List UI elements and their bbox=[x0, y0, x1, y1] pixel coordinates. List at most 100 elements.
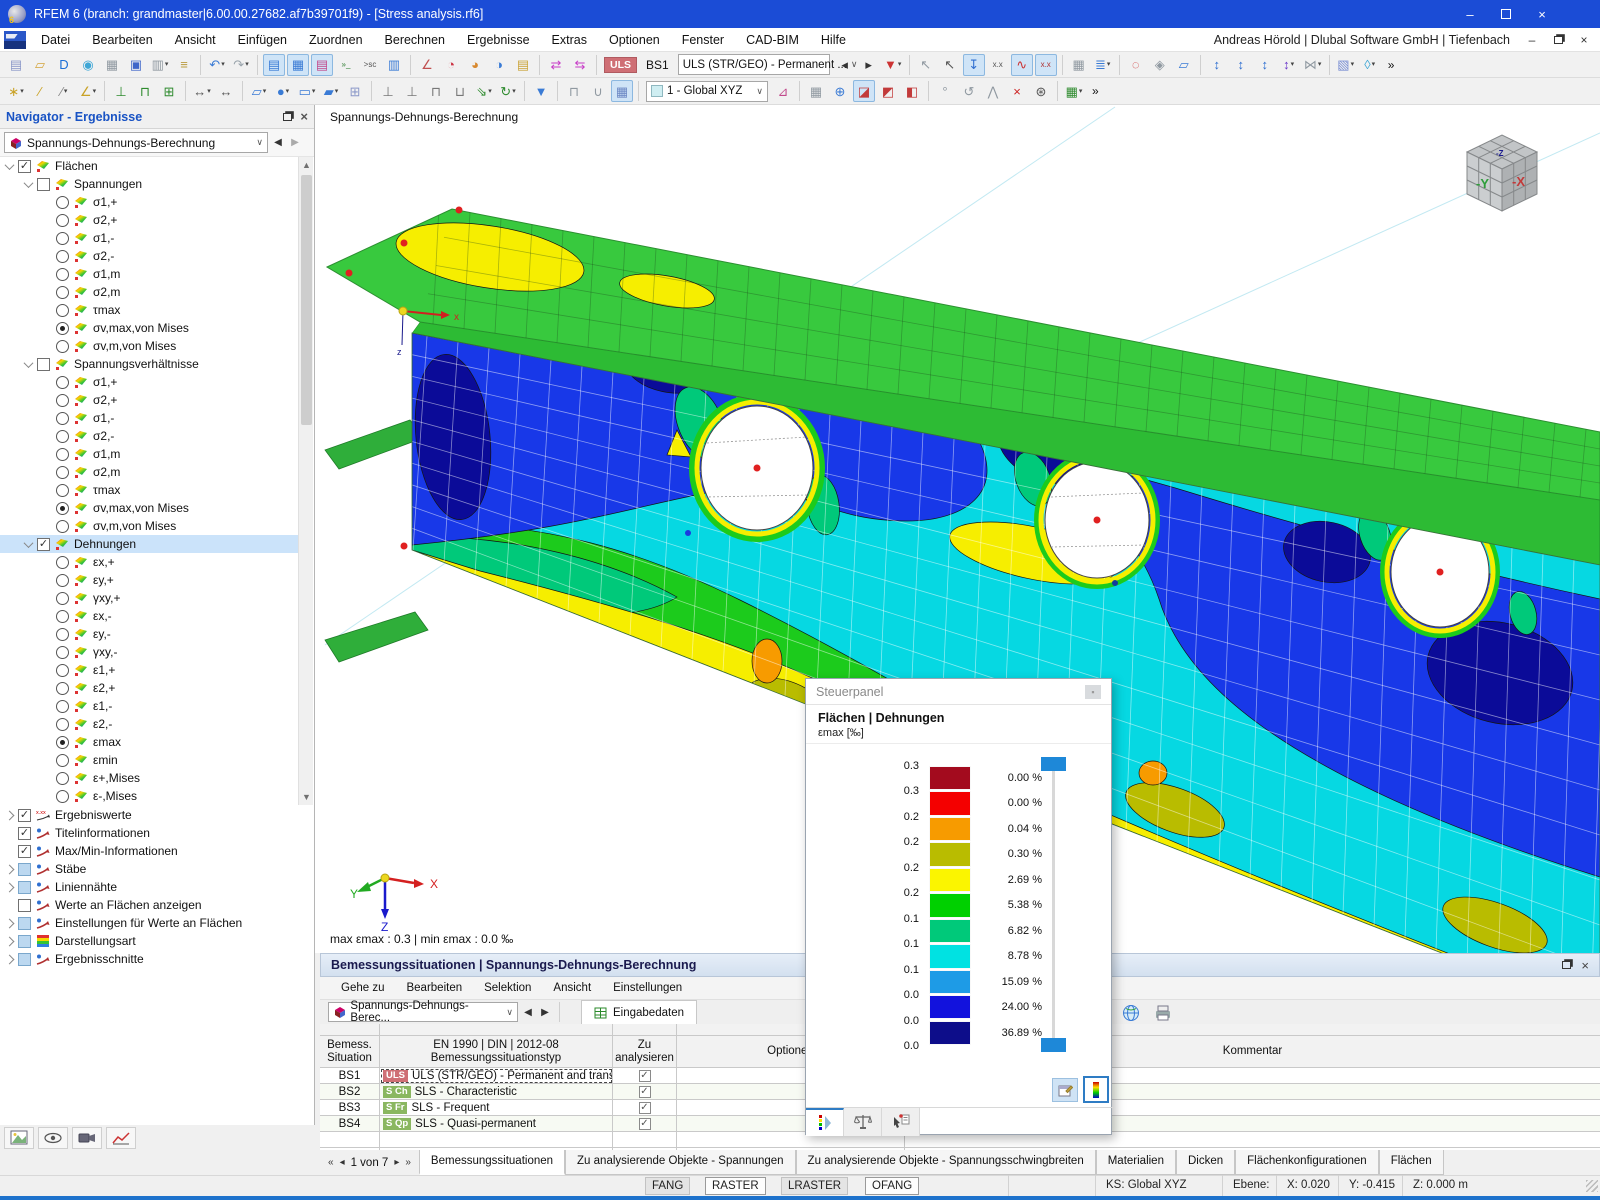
checkbox[interactable] bbox=[18, 899, 31, 912]
table-menu-gehezu[interactable]: Gehe zu bbox=[330, 977, 395, 1000]
node-point[interactable] bbox=[456, 207, 463, 214]
tree-item[interactable]: σ1,+ bbox=[0, 193, 298, 211]
menu-item-hilfe[interactable]: Hilfe bbox=[810, 28, 857, 52]
print-table-button[interactable] bbox=[1150, 1002, 1176, 1023]
radio-button[interactable] bbox=[56, 790, 69, 803]
radio-button[interactable] bbox=[56, 682, 69, 695]
collapse-icon[interactable] bbox=[24, 538, 34, 548]
tree-item[interactable]: τmax bbox=[0, 301, 298, 319]
radio-button[interactable] bbox=[56, 700, 69, 713]
tree-item[interactable]: Werte an Flächen anzeigen bbox=[0, 896, 314, 914]
pointer-select-icon[interactable]: ↖ bbox=[915, 54, 937, 76]
table-results-icon[interactable]: ▤ bbox=[311, 54, 333, 76]
checkbox[interactable]: ✓ bbox=[18, 809, 31, 822]
tree-item[interactable]: εy,+ bbox=[0, 571, 298, 589]
workplane-xz-icon[interactable]: ◧ bbox=[901, 80, 923, 102]
tree-item[interactable]: ε2,- bbox=[0, 715, 298, 733]
max-values-icon[interactable]: x.x bbox=[1035, 54, 1057, 76]
table-view-icon[interactable]: ▤ bbox=[263, 54, 285, 76]
move-x-icon[interactable]: ↕ bbox=[1206, 54, 1228, 76]
radio-button[interactable] bbox=[56, 340, 69, 353]
support-surface-icon[interactable]: ⊓ bbox=[425, 80, 447, 102]
snap-toggle-fang[interactable]: FANG bbox=[645, 1177, 690, 1195]
value-format-icon[interactable]: x.x bbox=[987, 54, 1009, 76]
tree-item[interactable]: εy,- bbox=[0, 625, 298, 643]
expand-icon[interactable] bbox=[5, 936, 15, 946]
tree-item[interactable]: σ2,- bbox=[0, 427, 298, 445]
radio-button[interactable] bbox=[56, 718, 69, 731]
radio-button[interactable] bbox=[56, 376, 69, 389]
menu-item-extras[interactable]: Extras bbox=[541, 28, 598, 52]
expand-icon[interactable] bbox=[5, 918, 15, 928]
resize-grip[interactable] bbox=[1586, 1180, 1598, 1192]
tree-item[interactable]: σ1,- bbox=[0, 229, 298, 247]
tree-item[interactable]: ✓Flächen bbox=[0, 157, 298, 175]
menu-item-berechnen[interactable]: Berechnen bbox=[374, 28, 456, 52]
radio-button[interactable] bbox=[56, 394, 69, 407]
protractor-red-icon[interactable]: ◔ bbox=[440, 54, 462, 76]
checkbox[interactable]: ✓ bbox=[37, 538, 50, 551]
console-icon[interactable]: »_ bbox=[335, 54, 357, 76]
radio-button[interactable] bbox=[56, 286, 69, 299]
surface-set-icon[interactable]: ▰▾ bbox=[320, 80, 342, 102]
print-preview-icon[interactable]: ▦ bbox=[101, 54, 123, 76]
menu-item-zuordnen[interactable]: Zuordnen bbox=[298, 28, 374, 52]
bottom-tab[interactable]: Flächen bbox=[1379, 1150, 1444, 1175]
tree-item[interactable]: γxy,+ bbox=[0, 589, 298, 607]
move-xyz-icon[interactable]: ↕▾ bbox=[1278, 54, 1300, 76]
analyze-checkbox[interactable]: ✓ bbox=[639, 1118, 651, 1130]
menu-item-optionen[interactable]: Optionen bbox=[598, 28, 671, 52]
expand-icon[interactable] bbox=[5, 810, 15, 820]
sheet-edit-icon[interactable]: ▤ bbox=[512, 54, 534, 76]
find-remove-icon[interactable]: ◌ bbox=[1125, 54, 1147, 76]
transfer-in-icon[interactable]: ⇄ bbox=[545, 54, 567, 76]
legend-slider-track[interactable] bbox=[1052, 771, 1055, 1051]
tree-item[interactable]: ✓Max/Min-Informationen bbox=[0, 842, 314, 860]
display-properties-button[interactable] bbox=[4, 1127, 34, 1149]
shear-icon[interactable]: ⋈▾ bbox=[1302, 54, 1324, 76]
result-category-select[interactable]: Spannungs-Dehnungs-Berechnung ∨ bbox=[4, 132, 268, 153]
radio-button[interactable] bbox=[56, 772, 69, 785]
radio-button[interactable] bbox=[56, 196, 69, 209]
pointer-values-icon[interactable]: ↖ bbox=[939, 54, 961, 76]
radio-button[interactable] bbox=[56, 448, 69, 461]
show-values-icon[interactable]: ↧ bbox=[963, 54, 985, 76]
radio-button[interactable] bbox=[56, 754, 69, 767]
bottom-tab[interactable]: Zu analysierende Objekte - Spannungen bbox=[565, 1150, 796, 1175]
radio-button[interactable] bbox=[56, 322, 69, 335]
toolbar-combobox[interactable]: ULS (STR/GEO) - Permanent ...∨ bbox=[678, 54, 830, 75]
tree-item[interactable]: γxy,- bbox=[0, 643, 298, 661]
data-d-icon[interactable]: D bbox=[53, 54, 75, 76]
collapse-icon[interactable] bbox=[5, 160, 15, 170]
new-model-icon[interactable]: ▤ bbox=[5, 54, 27, 76]
render-solid-icon[interactable]: ▧▾ bbox=[1335, 54, 1357, 76]
filter-remove-icon[interactable]: ▼▾ bbox=[882, 54, 904, 76]
checkbox[interactable] bbox=[18, 953, 31, 966]
tree-item[interactable]: Spannungsverhältnisse bbox=[0, 355, 298, 373]
bottom-tab[interactable]: Bemessungssituationen bbox=[419, 1150, 565, 1175]
last-page-icon[interactable]: » bbox=[405, 1157, 411, 1168]
tree-item[interactable]: ε1,- bbox=[0, 697, 298, 715]
bottom-tab[interactable]: Materialien bbox=[1096, 1150, 1176, 1175]
node-point[interactable] bbox=[401, 543, 408, 550]
tree-item[interactable]: τmax bbox=[0, 481, 298, 499]
view-graph-icon[interactable]: ⊿ bbox=[772, 80, 794, 102]
member-green-icon[interactable]: ⊥ bbox=[110, 80, 132, 102]
tree-item[interactable]: σ2,m bbox=[0, 283, 298, 301]
menu-item-cadbim[interactable]: CAD-BIM bbox=[735, 28, 810, 52]
section-view-icon[interactable]: ∪ bbox=[587, 80, 609, 102]
radio-button[interactable] bbox=[56, 484, 69, 497]
network-icon[interactable]: ◉ bbox=[77, 54, 99, 76]
tree-item[interactable]: σv,m,von Mises bbox=[0, 337, 298, 355]
menu-item-ansicht[interactable]: Ansicht bbox=[164, 28, 227, 52]
table-small-icon[interactable]: ▥ bbox=[383, 54, 405, 76]
tree-item[interactable]: σ1,m bbox=[0, 265, 298, 283]
checkbox[interactable]: ✓ bbox=[18, 160, 31, 173]
tree-item[interactable]: σ1,m bbox=[0, 445, 298, 463]
scroll-thumb[interactable] bbox=[301, 175, 312, 425]
open-file-icon[interactable]: ▱ bbox=[29, 54, 51, 76]
table-category-select[interactable]: Spannungs-Dehnungs-Berec... ∨ bbox=[328, 1002, 518, 1022]
tab-factors[interactable] bbox=[844, 1108, 882, 1136]
analyze-checkbox[interactable]: ✓ bbox=[639, 1070, 651, 1082]
mesh-settings-icon[interactable]: ⊕ bbox=[829, 80, 851, 102]
